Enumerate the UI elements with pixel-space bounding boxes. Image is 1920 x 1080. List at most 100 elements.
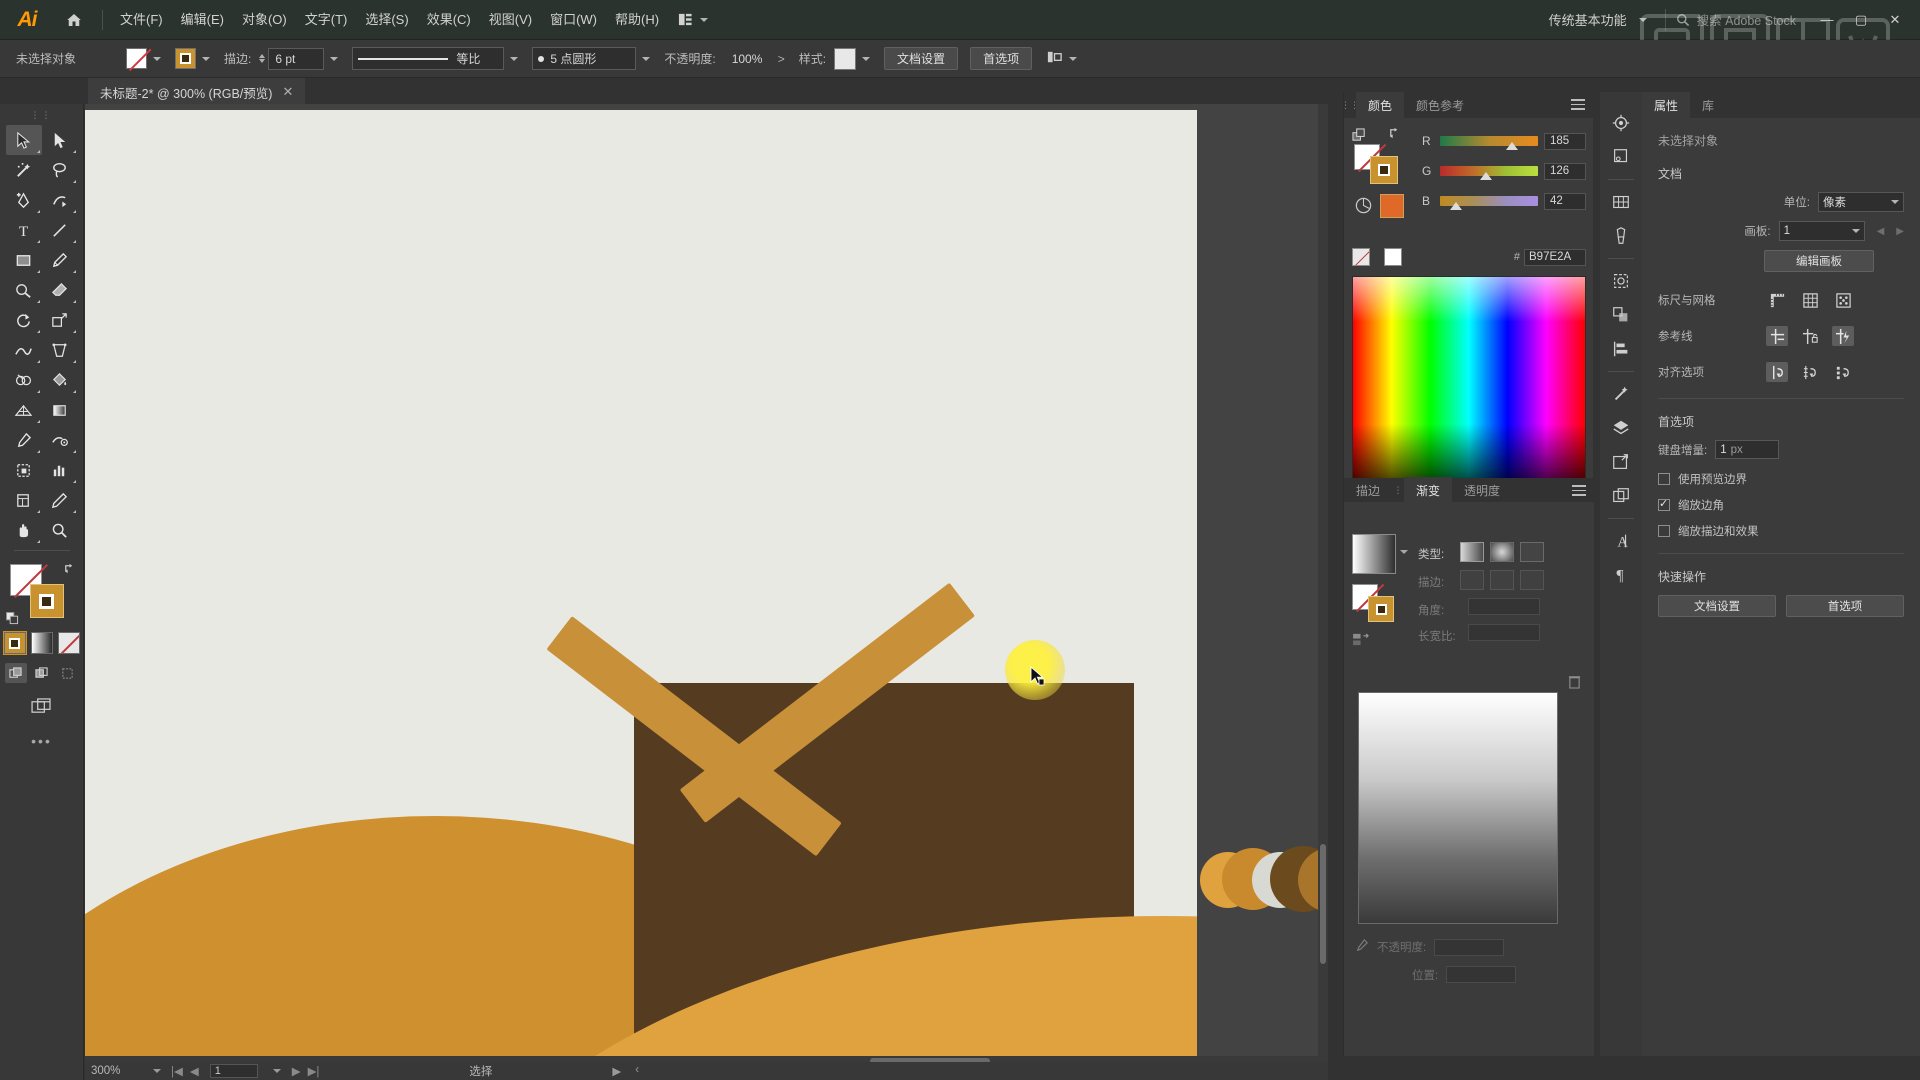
smart-guides-icon[interactable] [1832,326,1854,346]
asset-export-icon[interactable] [1604,140,1638,174]
tab-color-guide[interactable]: 颜色参考 [1404,92,1476,118]
reverse-gradient-icon[interactable] [1352,632,1374,650]
panel-grip-icon[interactable]: ⋮⋮ [1344,100,1356,111]
vertical-scrollbar-thumb[interactable] [1320,844,1326,964]
slider-thumb-b[interactable] [1450,202,1462,210]
gradient-button[interactable] [31,632,53,654]
scale-strokes-effects-checkbox-row[interactable]: 缩放描边和效果 [1658,523,1904,539]
brush-definition-select[interactable]: 5 点圆形 [532,47,636,70]
scale-strokes-effects-checkbox[interactable] [1658,525,1670,537]
close-button[interactable]: ✕ [1878,0,1912,40]
eyedropper-tool[interactable] [6,425,42,455]
show-guides-icon[interactable] [1766,326,1788,346]
linear-gradient-button[interactable] [1460,542,1484,562]
arrange-documents-icon[interactable] [668,0,718,40]
gradient-preview-swatch[interactable] [1352,534,1396,574]
gradient-opacity-field[interactable] [1434,939,1504,956]
pathfinder-icon[interactable] [1604,298,1638,332]
edit-artboards-button[interactable]: 编辑画板 [1764,250,1874,272]
draw-inside-icon[interactable] [57,663,79,683]
stroke-swatch[interactable] [175,48,196,69]
stroke-profile-select[interactable]: 等比 [352,47,504,70]
stroke-weight-field[interactable]: 6 pt [268,48,324,70]
slider-thumb-r[interactable] [1506,142,1518,150]
stroke-gradient-within-button[interactable] [1460,570,1484,590]
menu-item-file[interactable]: 文件(F) [111,0,172,40]
add-anchor-point-tool[interactable] [6,185,42,215]
next-artboard-icon[interactable]: ▶ [292,1064,301,1078]
stroke-gradient-along-button[interactable] [1490,570,1514,590]
tab-properties[interactable]: 属性 [1642,92,1690,118]
perspective-grid-tool[interactable] [6,395,42,425]
pencil-tool[interactable] [42,485,78,515]
vertical-scrollbar[interactable] [1318,104,1328,1056]
last-artboard-icon[interactable]: ▶| [308,1064,320,1078]
show-transparency-grid-icon[interactable] [1832,290,1854,310]
swap-fill-stroke-icon[interactable] [63,562,76,575]
menu-item-object[interactable]: 对象(O) [233,0,296,40]
freeform-gradient-button[interactable] [1520,542,1544,562]
gradient-tool[interactable] [42,395,78,425]
artboard-tool[interactable] [6,455,42,485]
radial-gradient-button[interactable] [1490,542,1514,562]
magic-wand-panel-icon[interactable] [1604,377,1638,411]
workspace-switcher[interactable]: 传统基本功能 [1541,6,1655,33]
panel-stroke-swatch[interactable] [1370,156,1398,184]
stroke-weight-stepper[interactable] [259,54,265,63]
layers-icon[interactable] [1604,411,1638,445]
snap-to-pixel-icon[interactable] [1832,362,1854,382]
slice-tool[interactable] [6,485,42,515]
rectangle-tool[interactable] [6,245,42,275]
status-play-icon[interactable]: ▶ [612,1064,621,1078]
quick-preferences-button[interactable]: 首选项 [1786,595,1904,617]
panel-grip-icon[interactable]: ⋮ [1392,485,1404,496]
more-tools-button[interactable]: ••• [31,733,52,749]
artboards-panel-icon[interactable] [1604,479,1638,513]
scale-corners-checkbox-row[interactable]: 缩放边角 [1658,497,1904,513]
stroke-chevron-down-icon[interactable] [202,57,210,61]
menu-item-window[interactable]: 窗口(W) [541,0,606,40]
artboard[interactable] [85,110,1197,1056]
paintbrush-tool[interactable] [42,245,78,275]
none-button[interactable] [58,632,80,654]
fill-chevron-down-icon[interactable] [153,57,161,61]
style-chevron-down-icon[interactable] [862,57,870,61]
channel-value-b[interactable]: 42 [1544,193,1586,210]
draw-normal-icon[interactable] [5,663,27,683]
opacity-field[interactable]: 100% [726,48,772,70]
color-button[interactable] [4,632,26,654]
rotate-tool[interactable] [6,305,42,335]
menu-item-type[interactable]: 文字(T) [296,0,357,40]
slider-thumb-g[interactable] [1480,172,1492,180]
profile-chevron-down-icon[interactable] [510,57,518,61]
color-space-icon[interactable] [1354,196,1374,216]
gradient-eyedropper-icon[interactable] [1354,938,1369,956]
lock-guides-icon[interactable] [1799,326,1821,346]
zoom-level-field[interactable]: 300% [91,1065,143,1077]
slider-track-r[interactable] [1440,136,1538,146]
default-fill-stroke-icon[interactable] [6,612,20,626]
panel-menu-icon[interactable] [1571,99,1585,113]
live-paint-bucket-tool[interactable] [42,365,78,395]
selection-tool[interactable] [6,125,42,155]
swatches-icon[interactable] [1604,185,1638,219]
lasso-tool[interactable] [42,155,78,185]
channel-value-g[interactable]: 126 [1544,163,1586,180]
gradient-aspect-field[interactable] [1468,624,1540,641]
zoom-tool[interactable] [42,515,78,545]
shape-builder-tool[interactable] [6,365,42,395]
white-swatch[interactable] [1384,248,1402,266]
next-artboard-icon[interactable]: ▶ [1896,226,1904,237]
scale-corners-checkbox[interactable] [1658,499,1670,511]
type-tool[interactable]: T [6,215,42,245]
stroke-color-swatch[interactable] [30,584,64,618]
tab-color[interactable]: 颜色 [1356,92,1404,118]
tab-transparency[interactable]: 透明度 [1452,477,1512,503]
menu-item-view[interactable]: 视图(V) [480,0,541,40]
home-icon[interactable] [54,0,94,40]
symbols-icon[interactable] [1604,264,1638,298]
width-tool[interactable] [6,335,42,365]
shaper-tool[interactable] [6,275,42,305]
bush-cluster[interactable] [1200,844,1328,924]
preferences-button[interactable]: 首选项 [970,47,1032,70]
